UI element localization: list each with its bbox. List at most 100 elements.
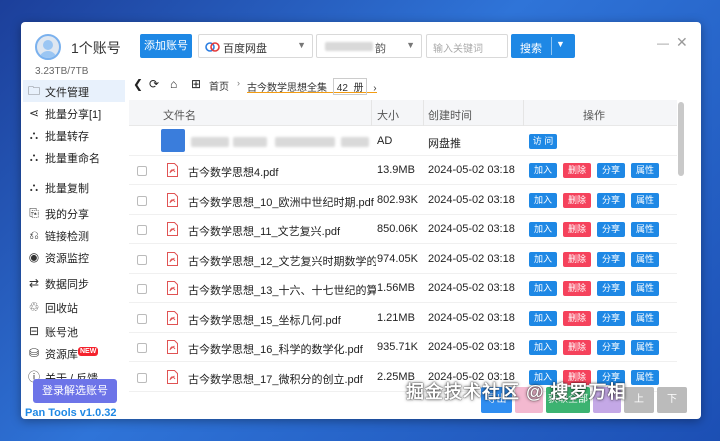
share-button[interactable]: 分享: [597, 222, 625, 237]
table-row[interactable]: 古今数学思想_10_欧洲中世纪时期.pdf 802.93K 2024-05-02 0…: [129, 186, 677, 215]
column-divider: [371, 100, 372, 126]
row-checkbox[interactable]: [137, 166, 147, 176]
file-created-time: 2024-05-02 03:18: [428, 193, 515, 206]
breadcrumb-home[interactable]: 首页: [209, 78, 229, 93]
properties-button[interactable]: 属性: [631, 192, 659, 208]
sidebar-item-recycle[interactable]: ♲ 回收站: [23, 296, 125, 318]
table-header: 文件名 大小 创建时间 操作: [129, 100, 677, 126]
properties-button[interactable]: 属性: [631, 222, 659, 237]
drive-select[interactable]: 百度网盘 ▼: [198, 34, 313, 58]
home-icon[interactable]: ⌂: [170, 77, 177, 91]
sidebar-item-copy[interactable]: ⛬ 批量复制: [23, 176, 125, 198]
properties-button[interactable]: 属性: [631, 310, 659, 326]
row-checkbox[interactable]: [137, 225, 147, 235]
sidebar-item-account-pool[interactable]: ⊟ 账号池: [23, 320, 125, 342]
properties-button[interactable]: 属性: [631, 369, 659, 385]
properties-button[interactable]: 属性: [631, 163, 659, 178]
add-button[interactable]: 加入: [529, 340, 557, 355]
add-button[interactable]: 加入: [529, 251, 557, 267]
sidebar-item-label: 数据同步: [45, 279, 89, 291]
chevron-down-icon[interactable]: ▼: [556, 39, 565, 49]
header-size[interactable]: 大小: [377, 107, 399, 123]
sidebar-item-rename[interactable]: ⛬ 批量重命名: [23, 146, 125, 168]
table-row[interactable]: 古今数学思想4.pdf 13.9MB 2024-05-02 03:18 加入 删除 分享属…: [129, 156, 677, 185]
delete-button[interactable]: 删除: [563, 222, 591, 237]
folder-icon: 🗀: [27, 84, 40, 98]
row-checkbox[interactable]: [137, 284, 147, 294]
share-button[interactable]: 分享: [597, 281, 625, 296]
sidebar-item-label: 批量复制: [45, 183, 89, 195]
file-size: 13.9MB: [377, 164, 415, 176]
avatar[interactable]: [35, 34, 61, 60]
sidebar-item-folder[interactable]: 🗀 文件管理: [23, 80, 125, 102]
add-button[interactable]: 加入: [529, 163, 557, 178]
file-size: 974.05K: [377, 252, 418, 265]
add-account-button[interactable]: 添加账号: [140, 34, 192, 58]
delete-button[interactable]: 删除: [563, 340, 591, 355]
search-button[interactable]: 搜索 ▼: [511, 34, 575, 58]
rename-icon: ⛬: [29, 150, 39, 164]
share-button[interactable]: 分享: [597, 310, 625, 326]
drive-select-value: 百度网盘: [223, 43, 267, 55]
table-row[interactable]: 古今数学思想_12_文艺复兴时期数学的贡 974.05K 2024-05-02 03…: [129, 245, 677, 274]
sidebar-item-link-check[interactable]: ⎌ 链接检测: [23, 224, 125, 246]
new-folder-icon[interactable]: ⊞: [191, 77, 201, 91]
sidebar-item-sync[interactable]: ⇄ 数据同步: [23, 272, 125, 294]
sidebar-item-label: 文件管理: [45, 87, 89, 99]
delete-button[interactable]: 删除: [563, 310, 591, 326]
delete-button[interactable]: 删除: [563, 251, 591, 267]
properties-button[interactable]: 属性: [631, 340, 659, 355]
login-selected-accounts-button[interactable]: 登录解选账号: [33, 379, 117, 403]
file-count-badge: 42 册: [332, 78, 368, 95]
prev-page-button[interactable]: 上: [624, 387, 654, 413]
header-created[interactable]: 创建时间: [428, 107, 472, 123]
baidu-cloud-icon: [205, 42, 220, 52]
sidebar-item-share[interactable]: ⋖ 批量分享[1]: [23, 102, 125, 124]
table-row[interactable]: 古今数学思想_16_科学的数学化.pdf 935.71K 2024-05-02 03…: [129, 333, 677, 362]
share-button[interactable]: 分享: [597, 163, 625, 178]
add-button[interactable]: 加入: [529, 192, 557, 208]
table-row[interactable]: 古今数学思想_11_文艺复兴.pdf 850.06K 2024-05-02 03:1…: [129, 215, 677, 244]
delete-button[interactable]: 删除: [563, 281, 591, 296]
row-checkbox[interactable]: [137, 195, 147, 206]
sidebar-item-my-share[interactable]: ⎘ 我的分享: [23, 202, 125, 224]
row-checkbox[interactable]: [137, 372, 147, 383]
visit-button[interactable]: 访 问: [529, 134, 557, 149]
file-size: 1.56MB: [377, 282, 415, 294]
row-checkbox[interactable]: [137, 254, 147, 265]
sidebar-item-library[interactable]: ⛁ 资源库 NEW: [23, 342, 125, 364]
delete-button[interactable]: 删除: [563, 192, 591, 208]
account-select[interactable]: 韵 ▼: [316, 34, 422, 58]
header-filename[interactable]: 文件名: [163, 107, 196, 123]
close-icon[interactable]: ✕: [676, 34, 688, 51]
vertical-scrollbar[interactable]: [678, 102, 684, 176]
my-share-icon: ⎘: [29, 206, 39, 220]
file-name: 古今数学思想_16_科学的数学化.pdf: [188, 344, 363, 356]
add-button[interactable]: 加入: [529, 281, 557, 296]
share-button[interactable]: 分享: [597, 251, 625, 267]
file-size: 1.21MB: [377, 311, 415, 324]
row-checkbox[interactable]: [137, 343, 147, 353]
table-row[interactable]: 古今数学思想_15_坐标几何.pdf 1.21MB 2024-05-02 03:18…: [129, 304, 677, 333]
refresh-icon[interactable]: ⟳: [149, 77, 159, 91]
delete-button[interactable]: 删除: [563, 163, 591, 178]
minimize-icon[interactable]: —: [657, 36, 669, 50]
add-button[interactable]: 加入: [529, 310, 557, 326]
next-page-button[interactable]: 下: [657, 387, 687, 413]
breadcrumb-current[interactable]: 古今数学思想全集 42 册 ›: [247, 75, 377, 95]
row-checkbox[interactable]: [137, 313, 147, 324]
breadcrumb-separator-icon: ›: [237, 78, 240, 88]
share-button[interactable]: 分享: [597, 192, 625, 208]
share-button[interactable]: 分享: [597, 340, 625, 355]
table-row[interactable]: 古今数学思想_13_十六、十七世纪的算术 1.56MB 2024-05-02 03:…: [129, 274, 677, 303]
back-icon[interactable]: ❮: [133, 77, 143, 91]
ad-row[interactable]: AD 网盘推 访 问: [129, 127, 677, 156]
keyword-input[interactable]: 输入关键词: [426, 34, 508, 58]
ad-size: AD: [377, 135, 393, 147]
properties-button[interactable]: 属性: [631, 251, 659, 267]
sidebar-item-transfer[interactable]: ⛬ 批量转存: [23, 124, 125, 146]
blurred-ad-text: [275, 137, 335, 147]
properties-button[interactable]: 属性: [631, 281, 659, 296]
sidebar-item-monitor[interactable]: ◉ 资源监控: [23, 246, 125, 268]
add-button[interactable]: 加入: [529, 222, 557, 237]
